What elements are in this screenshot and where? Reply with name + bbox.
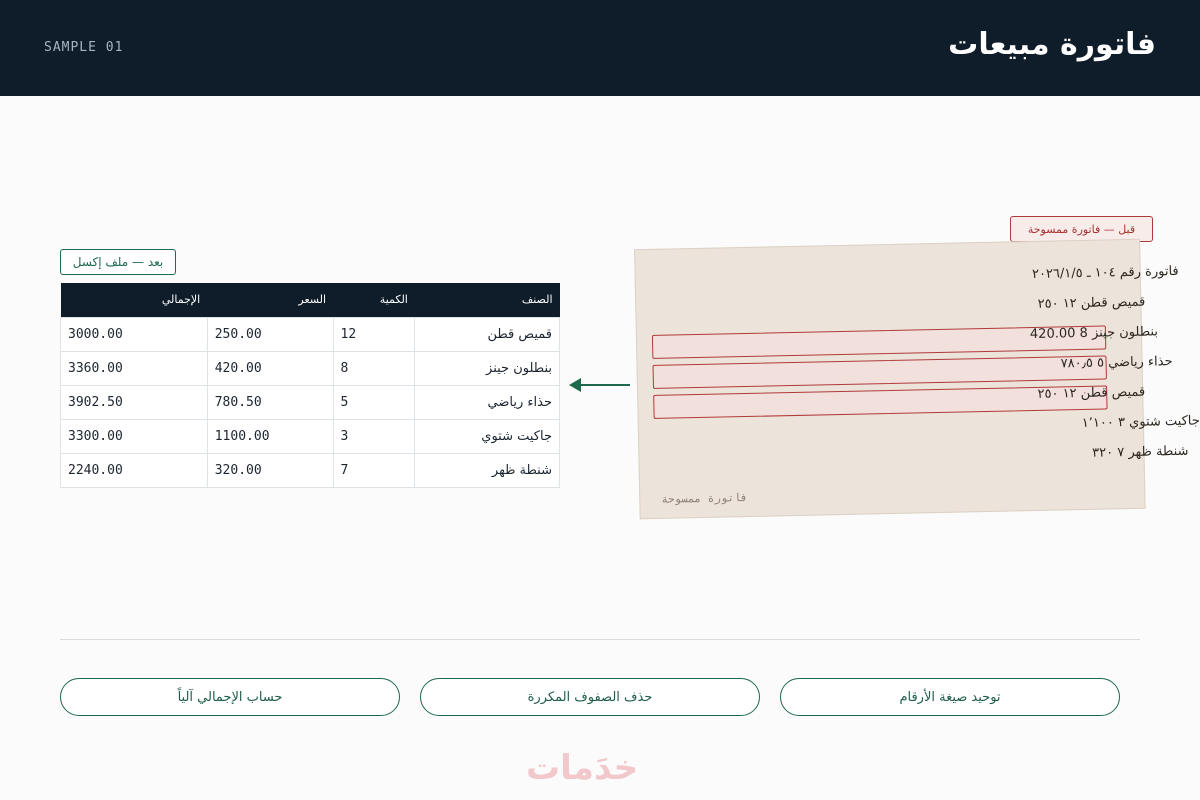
cell-item[interactable]: شنطة ظهر — [414, 452, 560, 488]
after-label: بعد — ملف إكسل — [60, 249, 176, 275]
column-header-price: السعر — [207, 283, 334, 317]
cell-price[interactable]: 420.00 — [206, 350, 334, 386]
cell-qty[interactable]: 5 — [332, 384, 416, 420]
sample-label: SAMPLE 01 — [44, 40, 124, 55]
auto-total-button[interactable]: حساب الإجمالي آلياً — [60, 678, 400, 716]
scan-line: جاكيت شتوي ٣ ١٬١٠٠ — [1081, 413, 1200, 431]
scan-line: فاتورة رقم ١٠٤ ـ ٢٠٢٦/١/٥ — [1031, 263, 1179, 282]
scan-line: قميص قطن ١٢ ٢٥٠ — [1037, 384, 1146, 402]
cell-price[interactable]: 320.00 — [206, 452, 334, 488]
scan-line: بنطلون جينز 8 420.00 — [1029, 324, 1159, 343]
column-header-total: الإجمالي — [60, 283, 208, 317]
cell-price[interactable]: 1100.00 — [206, 418, 334, 454]
excel-table: الصنف الكمية السعر الإجمالي قميص قطن 12 … — [60, 283, 560, 488]
table-row: جاكيت شتوي 3 1100.00 3300.00 — [60, 418, 560, 454]
cell-qty[interactable]: 7 — [332, 452, 416, 488]
cell-item[interactable]: قميص قطن — [414, 316, 560, 352]
remove-duplicates-button[interactable]: حذف الصفوف المكررة — [420, 678, 760, 716]
column-header-qty: الكمية — [333, 283, 415, 317]
cell-total[interactable]: 3000.00 — [60, 316, 208, 352]
cell-price[interactable]: 780.50 — [206, 384, 334, 420]
page-header: فاتورة مبيعات SAMPLE 01 — [0, 0, 1200, 96]
cell-qty[interactable]: 3 — [332, 418, 416, 454]
scan-line: قميص قطن ١٢ ٢٥٠ — [1037, 294, 1146, 312]
divider — [60, 639, 1140, 640]
scan-line: شنطة ظهر ٧ ٣٢٠ — [1092, 443, 1189, 461]
page-title: فاتورة مبيعات — [948, 27, 1156, 62]
table-row: حذاء رياضي 5 780.50 3902.50 — [60, 384, 560, 420]
normalize-numbers-button[interactable]: توحيد صيغة الأرقام — [780, 678, 1120, 716]
cell-total[interactable]: 3300.00 — [60, 418, 208, 454]
scanned-invoice: فاتورة رقم ١٠٤ ـ ٢٠٢٦/١/٥ قميص قطن ١٢ ٢٥… — [634, 238, 1200, 532]
table-row: قميص قطن 12 250.00 3000.00 — [60, 316, 560, 352]
cell-total[interactable]: 3902.50 — [60, 384, 208, 420]
table-row: بنطلون جينز 8 420.00 3360.00 — [60, 350, 560, 386]
cell-qty[interactable]: 12 — [332, 316, 416, 352]
cell-price[interactable]: 250.00 — [206, 316, 334, 352]
table-row: شنطة ظهر 7 320.00 2240.00 — [60, 452, 560, 488]
cell-total[interactable]: 3360.00 — [60, 350, 208, 386]
table-header-row: الصنف الكمية السعر الإجمالي — [60, 283, 560, 317]
scan-line: حذاء رياضي ٥ ٧٨٠٫٥ — [1060, 354, 1173, 372]
column-header-item: الصنف — [414, 283, 560, 317]
cell-qty[interactable]: 8 — [332, 350, 416, 386]
cell-item[interactable]: بنطلون جينز — [414, 350, 560, 386]
scan-footer-label: فاتورة ممسوحة — [661, 491, 748, 506]
cell-item[interactable]: جاكيت شتوي — [414, 418, 560, 454]
arrow-left-icon — [569, 378, 630, 392]
cell-item[interactable]: حذاء رياضي — [414, 384, 560, 420]
cell-total[interactable]: 2240.00 — [60, 452, 208, 488]
brand-logo: خدَمات — [526, 748, 639, 788]
